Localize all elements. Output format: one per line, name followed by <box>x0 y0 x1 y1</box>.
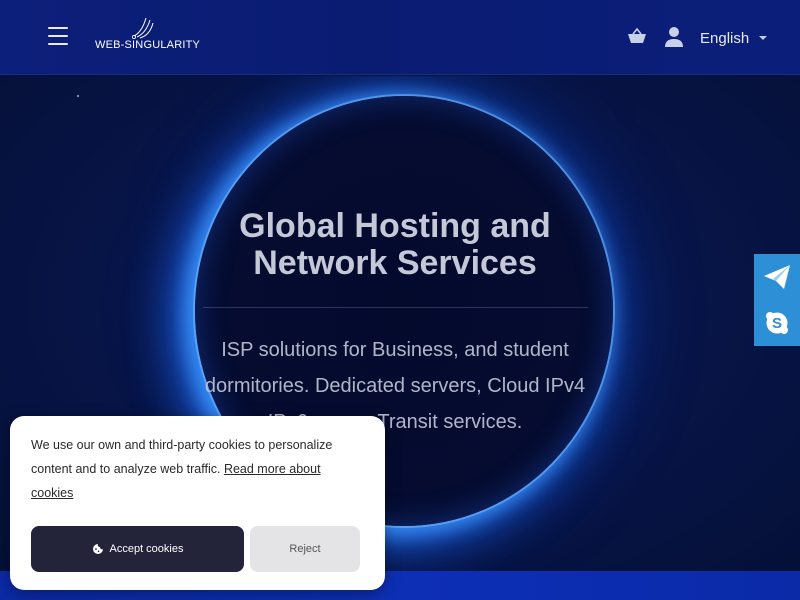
hero-title-line1: Global Hosting and <box>239 207 551 245</box>
language-label: English <box>700 29 750 47</box>
logo-text: WEB-SINGULARITY <box>95 39 201 51</box>
language-selector[interactable]: English <box>700 28 768 48</box>
accept-cookies-button[interactable]: Accept cookies <box>31 526 244 572</box>
hero-divider <box>203 307 588 308</box>
contact-widget: S <box>754 254 800 346</box>
logo-mark-icon <box>132 17 154 39</box>
basket-icon[interactable] <box>626 26 648 48</box>
cookie-banner: We use our own and third-party cookies t… <box>10 416 385 590</box>
user-icon[interactable] <box>663 25 685 49</box>
chevron-down-icon <box>759 36 768 40</box>
star-decoration <box>77 95 79 97</box>
cookie-icon <box>92 544 103 554</box>
hamburger-icon[interactable] <box>48 27 70 47</box>
skype-icon[interactable]: S <box>754 300 800 346</box>
reject-cookies-button[interactable]: Reject <box>250 526 360 572</box>
cookie-message: We use our own and third-party cookies t… <box>31 433 351 505</box>
logo[interactable]: WEB-SINGULARITY <box>94 14 206 54</box>
site-header: WEB-SINGULARITY English <box>0 0 800 75</box>
telegram-icon[interactable] <box>754 254 800 300</box>
hero-title-line2: Network Services <box>253 244 537 282</box>
svg-text:S: S <box>772 315 782 332</box>
hero-title: Global Hosting and Network Services <box>200 208 590 282</box>
accept-cookies-label: Accept cookies <box>109 543 184 555</box>
